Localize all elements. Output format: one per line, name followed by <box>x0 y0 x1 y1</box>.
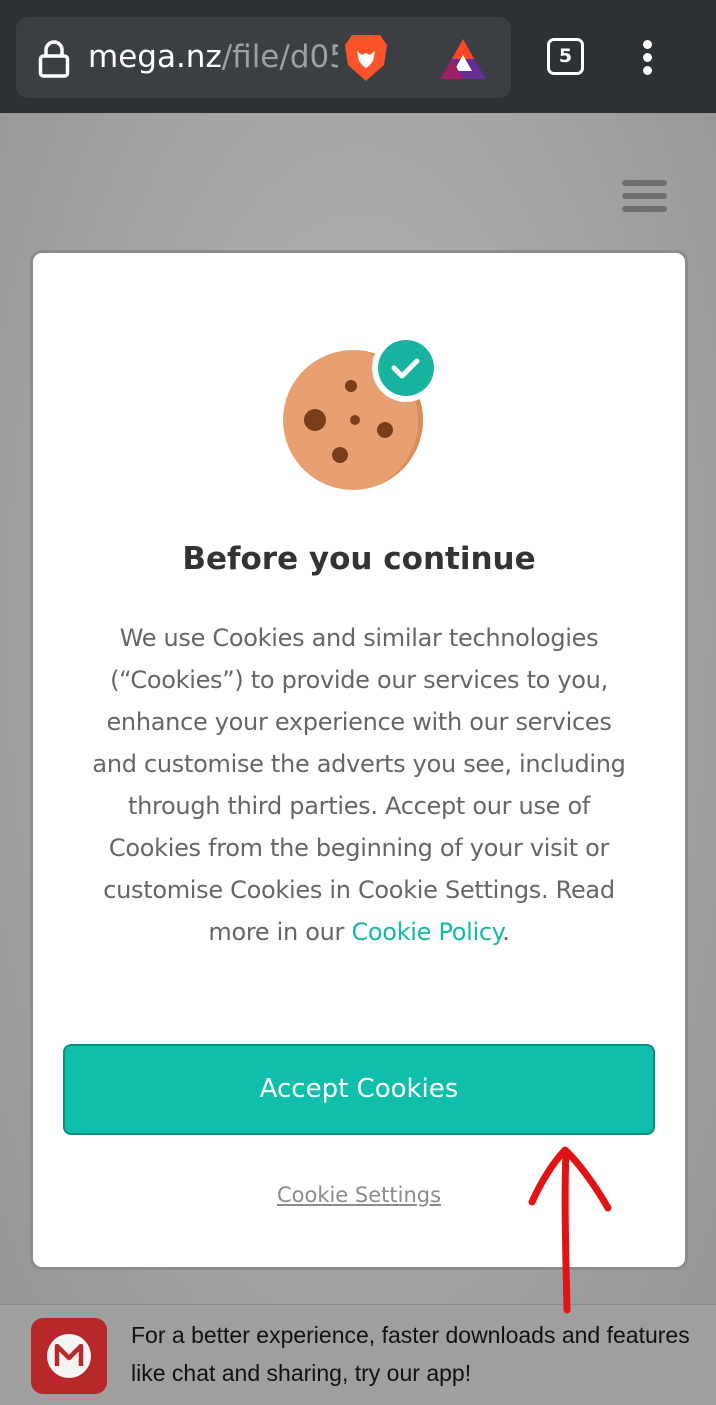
cookie-check-icon <box>281 334 441 499</box>
dialog-title: Before you continue <box>182 541 536 577</box>
hamburger-menu-icon[interactable] <box>622 180 667 212</box>
tab-switcher-button[interactable]: 5 <box>547 38 584 75</box>
address-bar[interactable]: mega.nz/file/d05 <box>16 17 511 98</box>
brave-lion-icon[interactable] <box>342 31 390 89</box>
app-banner-text[interactable]: For a better experience, faster download… <box>131 1316 691 1392</box>
url-text[interactable]: mega.nz/file/d05 <box>88 37 338 77</box>
more-menu-icon[interactable] <box>640 40 654 76</box>
dialog-body-end: . <box>502 918 510 946</box>
lock-icon[interactable] <box>38 39 70 83</box>
cookie-policy-link[interactable]: Cookie Policy <box>351 918 502 946</box>
dialog-body: We use Cookies and similar technologies … <box>89 617 629 953</box>
red-arrow-annotation <box>520 1140 620 1319</box>
dialog-body-text: We use Cookies and similar technologies … <box>92 624 626 946</box>
accept-cookies-button[interactable]: Accept Cookies <box>63 1044 655 1135</box>
url-host: mega.nz <box>88 39 222 75</box>
url-path: /file/d05 <box>221 39 338 75</box>
browser-toolbar: mega.nz/file/d05 5 <box>0 0 716 113</box>
mega-app-logo[interactable] <box>31 1318 107 1394</box>
bat-rewards-icon[interactable] <box>438 37 488 85</box>
cookie-consent-dialog: Before you continue We use Cookies and s… <box>30 250 688 1270</box>
